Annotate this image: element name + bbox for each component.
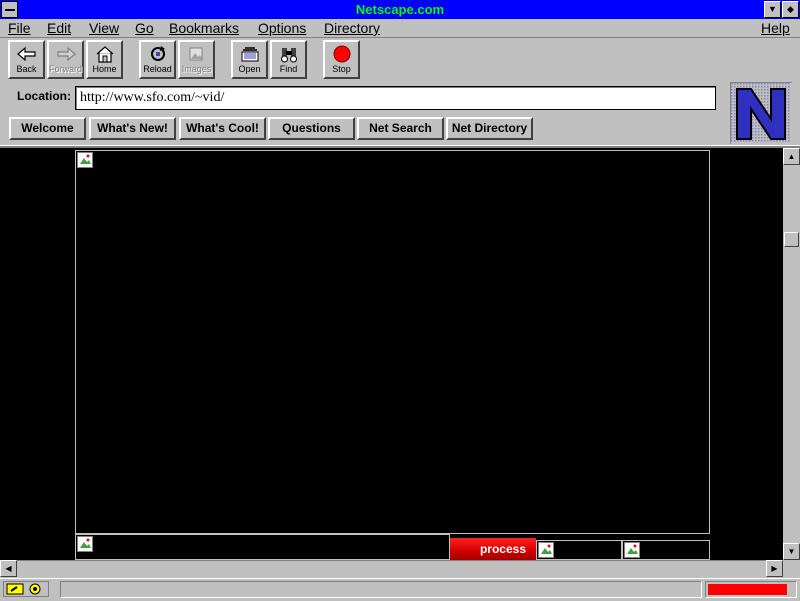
open-button[interactable]: Open	[231, 40, 268, 79]
questions-button[interactable]: Questions	[268, 117, 355, 140]
back-arrow-icon	[16, 46, 36, 62]
vertical-scrollbar[interactable]	[783, 148, 800, 560]
back-button[interactable]: Back	[8, 40, 45, 79]
forward-arrow-icon	[56, 46, 76, 62]
menu-file[interactable]: File	[8, 19, 31, 37]
welcome-button[interactable]: Welcome	[9, 117, 86, 140]
scroll-right-button[interactable]: ▶	[766, 560, 783, 577]
images-icon	[189, 47, 202, 61]
vertical-scroll-thumb[interactable]	[784, 232, 799, 247]
images-button[interactable]: Images	[178, 40, 215, 79]
location-input[interactable]: http://www.sfo.com/~vid/	[75, 86, 716, 110]
forward-button[interactable]: Forward	[47, 40, 84, 79]
progress-bar	[705, 581, 797, 598]
horizontal-scrollbar[interactable]	[0, 560, 783, 577]
open-icon	[241, 47, 258, 62]
home-label: Home	[92, 64, 117, 74]
whats-new-button[interactable]: What's New!	[89, 117, 176, 140]
bottom-image-broken[interactable]	[75, 534, 450, 560]
menu-directory[interactable]: Directory	[324, 19, 380, 37]
scrollbar-corner	[783, 560, 800, 577]
main-image-broken[interactable]	[75, 150, 710, 534]
security-key-icon[interactable]	[3, 581, 49, 597]
menu-view[interactable]: View	[89, 19, 119, 37]
net-search-button[interactable]: Net Search	[357, 117, 444, 140]
menu-edit[interactable]: Edit	[47, 19, 71, 37]
reload-label: Reload	[143, 64, 172, 74]
broken-image-icon	[77, 152, 93, 168]
progress-fill	[708, 584, 787, 595]
back-label: Back	[16, 64, 37, 74]
stop-button[interactable]: Stop	[323, 40, 360, 79]
find-label: Find	[279, 64, 298, 74]
binoculars-icon	[280, 48, 297, 63]
status-text	[60, 581, 702, 598]
nav-image-broken-1[interactable]	[536, 540, 622, 560]
reload-icon	[150, 46, 165, 61]
net-directory-button[interactable]: Net Directory	[446, 117, 533, 140]
open-label: Open	[238, 64, 261, 74]
menu-bookmarks[interactable]: Bookmarks	[169, 19, 239, 37]
scroll-left-button[interactable]: ◀	[0, 560, 17, 577]
forward-label: Forward	[49, 64, 83, 74]
broken-image-icon	[77, 536, 93, 552]
home-icon	[96, 46, 113, 63]
window-title: Netscape.com	[355, 2, 445, 17]
home-button[interactable]: Home	[86, 40, 123, 79]
menu-options[interactable]: Options	[258, 19, 306, 37]
broken-image-icon	[538, 542, 554, 558]
scroll-up-button[interactable]: ▲	[783, 148, 800, 165]
scroll-down-button[interactable]: ▼	[783, 543, 800, 560]
menu-help[interactable]: Help	[761, 19, 790, 37]
netscape-logo[interactable]	[730, 82, 792, 144]
whats-cool-button[interactable]: What's Cool!	[179, 117, 266, 140]
nav-image-broken-2[interactable]	[622, 540, 710, 560]
find-button[interactable]: Find	[270, 40, 307, 79]
stop-label: Stop	[332, 64, 351, 74]
location-label: Location:	[17, 89, 71, 103]
maximize-button[interactable]: ◆	[782, 1, 799, 18]
stop-icon	[333, 45, 350, 63]
menu-go[interactable]: Go	[135, 19, 154, 37]
broken-image-icon	[624, 542, 640, 558]
netscape-n-icon	[731, 83, 791, 143]
images-label: Images	[181, 64, 212, 74]
minimize-button[interactable]: ▼	[764, 1, 781, 18]
reload-button[interactable]: Reload	[139, 40, 176, 79]
process-button[interactable]: process	[450, 538, 536, 560]
menu-bar	[0, 19, 800, 38]
